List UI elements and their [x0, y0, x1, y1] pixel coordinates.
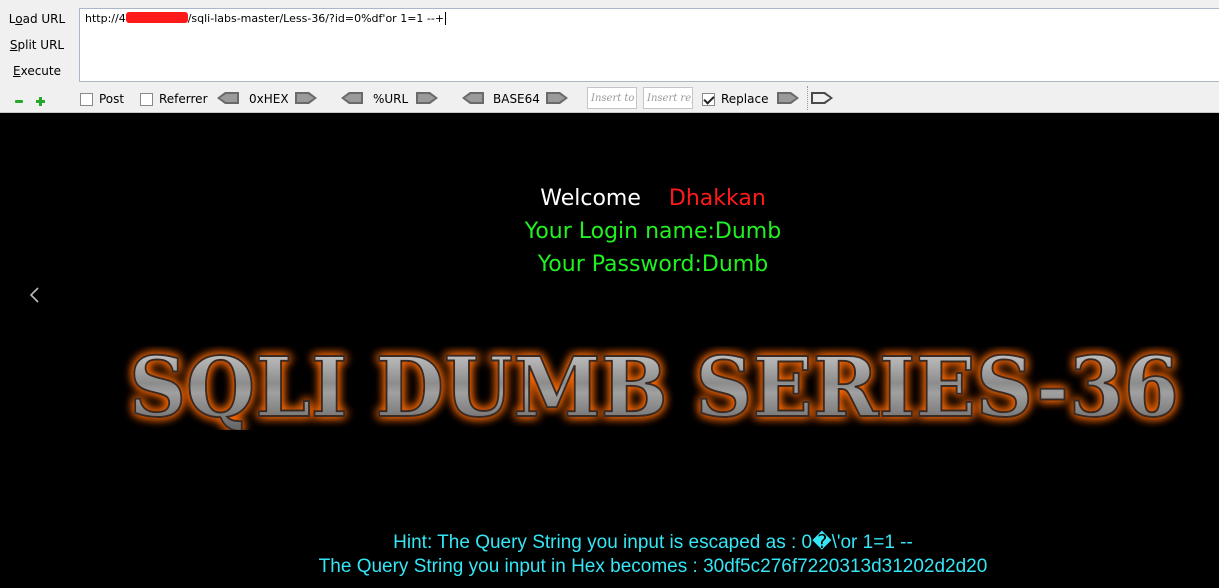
series-banner: SQLI DUMB SERIES-36 — [119, 339, 1189, 437]
zoom-out-icon[interactable] — [15, 97, 24, 106]
url-text-start: http://4 — [85, 12, 126, 25]
referrer-checkbox[interactable] — [140, 92, 153, 106]
load-url-label-b: o — [15, 12, 23, 26]
zoom-in-icon[interactable] — [36, 97, 46, 106]
hackbar-toolbar: Load URL Split URL Execute http://4/sqli… — [0, 0, 1219, 113]
url-encode-label: %URL — [373, 92, 409, 106]
toolbar-separator — [807, 86, 808, 110]
user-name: Dhakkan — [668, 186, 766, 211]
series-banner-text: SQLI DUMB SERIES-36 — [129, 346, 1179, 430]
referrer-label: Referrer — [159, 92, 208, 106]
url-input[interactable]: http://4/sqli-labs-master/Less-36/?id=0%… — [79, 8, 1219, 82]
series-banner-image: SQLI DUMB SERIES-36 — [128, 339, 1180, 437]
chevron-left-icon[interactable] — [28, 286, 40, 304]
login-name-line: Your Login name:Dumb — [524, 219, 782, 244]
zoom-controls — [15, 93, 53, 106]
welcome-line: Welcome Dhakkan — [0, 186, 1219, 211]
text-caret — [445, 12, 447, 25]
execute-label-a: E — [13, 64, 21, 78]
hex-decode-arrow-icon[interactable] — [217, 92, 239, 104]
insert-replace-input[interactable]: Insert rep — [643, 87, 693, 109]
replace-checkbox[interactable] — [702, 92, 715, 106]
execute-label-b: xecute — [20, 64, 61, 78]
extra-arrow-icon[interactable] — [811, 92, 833, 104]
hex-label: 0xHEX — [249, 92, 289, 106]
base64-label: BASE64 — [493, 92, 540, 106]
load-url-button[interactable]: Load URL — [4, 8, 70, 30]
post-option[interactable]: Post — [80, 91, 124, 107]
hint-escaped-line: Hint: The Query String you input is esca… — [393, 532, 913, 553]
replace-label: Replace — [721, 92, 769, 106]
base64-encode-arrow-icon[interactable] — [546, 92, 568, 104]
insert-replace-placeholder: Insert rep — [647, 93, 693, 104]
url-text-end: /sqli-labs-master/Less-36/?id=0%df'or 1=… — [187, 12, 445, 25]
welcome-text: Welcome — [540, 186, 641, 211]
execute-button[interactable]: Execute — [4, 60, 70, 82]
url-encode-arrow-icon[interactable] — [416, 92, 438, 104]
post-checkbox[interactable] — [80, 92, 93, 106]
split-url-label-b: plit URL — [17, 38, 65, 52]
url-decode-arrow-icon[interactable] — [341, 92, 363, 104]
insert-to-placeholder: Insert to r — [591, 93, 636, 104]
split-url-label-a: S — [9, 38, 18, 52]
referrer-option[interactable]: Referrer — [140, 91, 208, 107]
insert-to-input[interactable]: Insert to r — [587, 87, 637, 109]
base64-decode-arrow-icon[interactable] — [462, 92, 484, 104]
replace-run-arrow-icon[interactable] — [777, 92, 799, 104]
redaction-mark — [125, 12, 188, 23]
split-url-button[interactable]: Split URL — [4, 34, 70, 56]
replace-option[interactable]: Replace — [702, 91, 768, 107]
password-line: Your Password:Dumb — [537, 252, 769, 277]
post-label: Post — [99, 92, 125, 106]
hint-hex-line: The Query String you input in Hex become… — [318, 556, 988, 577]
load-url-label-c: ad URL — [22, 12, 66, 26]
hex-encode-arrow-icon[interactable] — [295, 92, 317, 104]
